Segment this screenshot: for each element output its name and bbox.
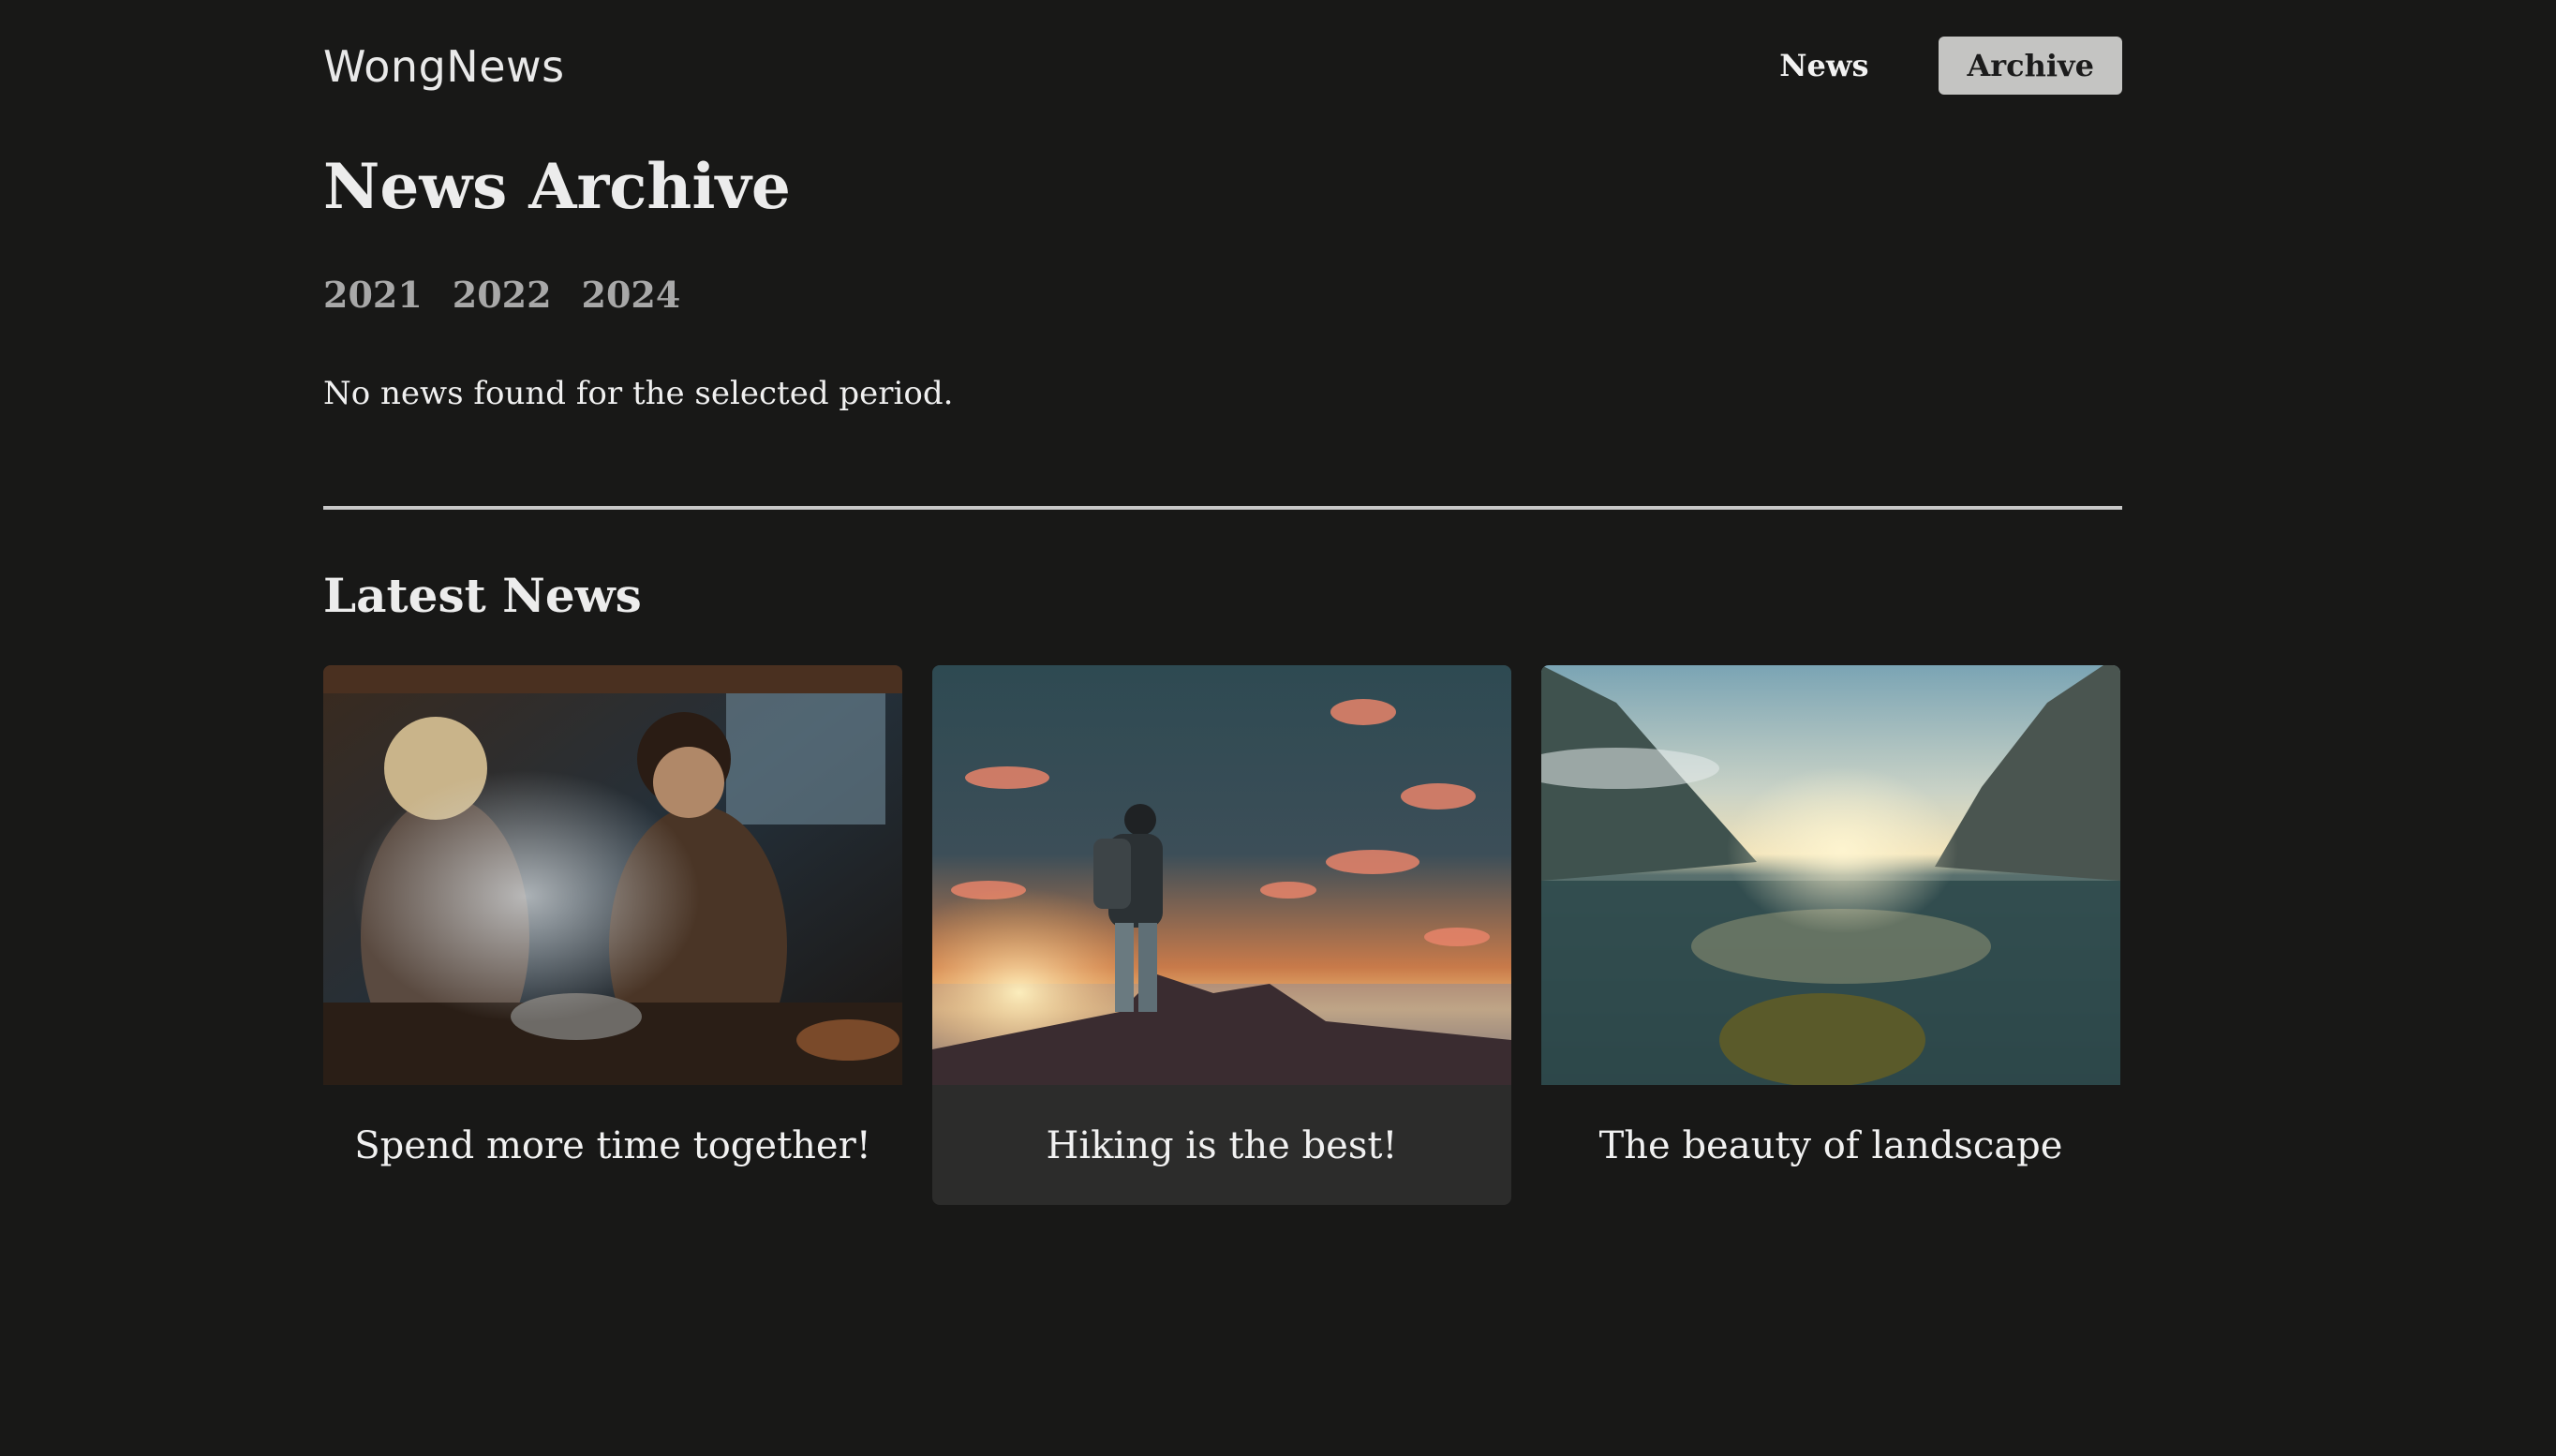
main-nav: News Archive	[1751, 37, 2122, 95]
latest-news-heading: Latest News	[323, 568, 642, 623]
news-card-list: Spend more time together! Hiking is the …	[323, 665, 2122, 1205]
hiker-sunset-photo	[932, 665, 1511, 1085]
couple-cooking-photo	[323, 665, 902, 1085]
news-card[interactable]: The beauty of landscape	[1541, 665, 2120, 1205]
year-link-2022[interactable]: 2022	[453, 274, 552, 316]
news-card[interactable]: Hiking is the best!	[932, 665, 1511, 1205]
site-header: WongNews News Archive	[323, 0, 2122, 141]
year-filter: 2021 2022 2024	[323, 274, 680, 316]
news-card-title: Hiking is the best!	[1046, 1124, 1398, 1167]
section-divider	[323, 506, 2122, 510]
nav-archive-link[interactable]: Archive	[1939, 37, 2122, 95]
nav-news-link[interactable]: News	[1751, 37, 1896, 95]
news-card-title: The beauty of landscape	[1598, 1124, 2063, 1167]
page-container: WongNews News Archive News Archive 2021 …	[323, 0, 2122, 1205]
mountain-lake-photo	[1541, 665, 2120, 1085]
empty-state-message: No news found for the selected period.	[323, 375, 954, 412]
page-title: News Archive	[323, 150, 791, 223]
news-card[interactable]: Spend more time together!	[323, 665, 902, 1205]
news-card-title: Spend more time together!	[354, 1124, 871, 1167]
year-link-2021[interactable]: 2021	[323, 274, 423, 316]
site-logo[interactable]: WongNews	[323, 41, 565, 92]
year-link-2024[interactable]: 2024	[582, 274, 681, 316]
